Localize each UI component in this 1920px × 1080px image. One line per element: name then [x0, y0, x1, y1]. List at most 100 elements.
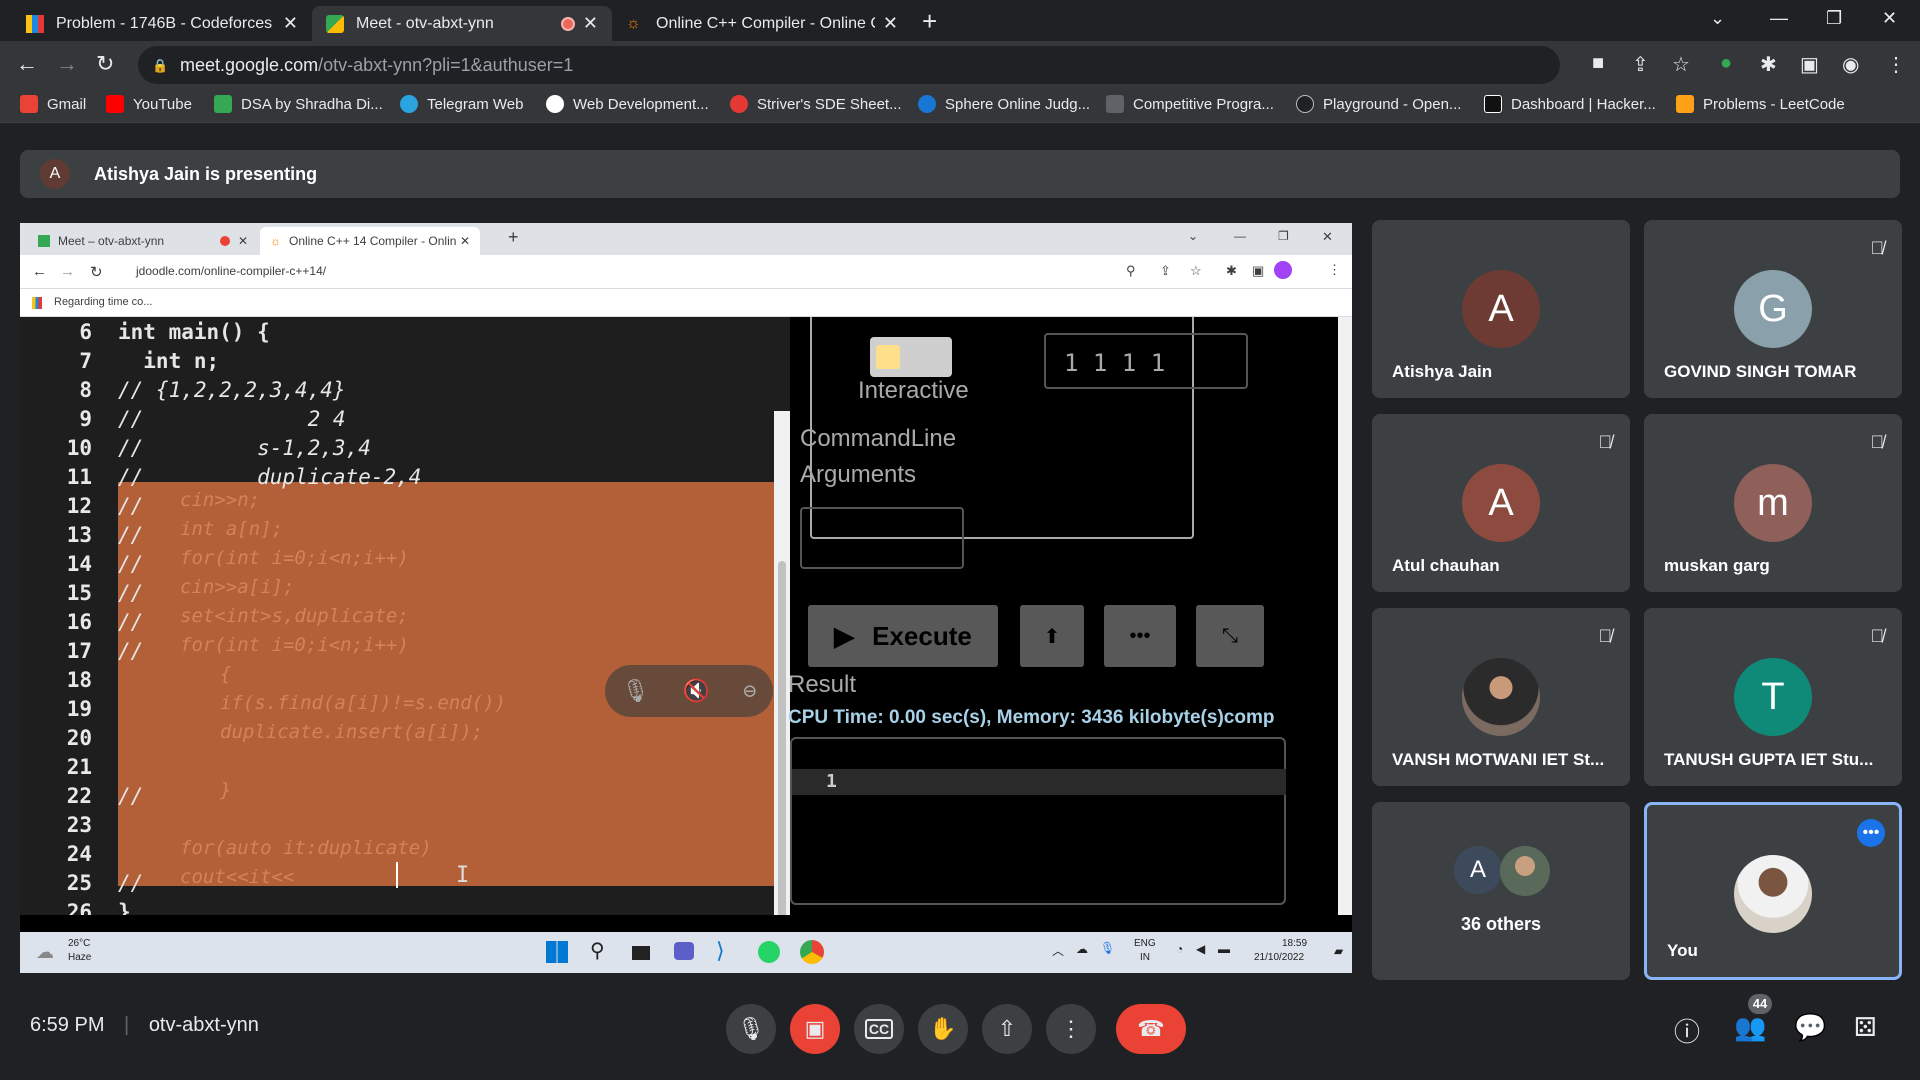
new-tab-button[interactable]: + [922, 6, 937, 37]
close-window-button[interactable]: ✕ [1882, 8, 1897, 29]
onedrive-icon: ☁ [1076, 942, 1088, 956]
bookmark-star-icon[interactable]: ☆ [1672, 52, 1690, 77]
task-view-icon [632, 946, 650, 960]
line-number: 23 [66, 812, 92, 837]
bookmark-youtube[interactable]: YouTube [106, 95, 192, 113]
meet-area: A Atishya Jain is presenting Meet – otv-… [0, 124, 1920, 1080]
code-line: 10 // s-1,2,3,4 [20, 433, 790, 462]
menu-icon[interactable]: ⋮ [1886, 52, 1906, 77]
people-icon[interactable]: 👥 [1734, 1012, 1766, 1043]
shared-url: jdoodle.com/online-compiler-c++14/ [136, 264, 327, 278]
participant-tile[interactable]: 🎙̸ A Atul chauhan [1372, 414, 1630, 592]
tab-compiler[interactable]: ☼ Online C++ Compiler - Online C ✕ [612, 6, 912, 41]
participant-tile[interactable]: 🎙̸ G GOVIND SINGH TOMAR [1644, 220, 1902, 398]
close-icon[interactable]: ✕ [883, 13, 898, 34]
code-line: 12 // [20, 491, 790, 520]
star-icon: ☆ [1190, 263, 1202, 278]
captions-button[interactable]: CC [854, 1004, 904, 1054]
bookmark-striver[interactable]: Striver's SDE Sheet... [730, 95, 902, 113]
webdev-icon [546, 95, 564, 113]
present-button[interactable]: ⇧ [982, 1004, 1032, 1054]
cc-icon [1106, 95, 1124, 113]
address-bar[interactable]: 🔒 meet.google.com/otv-abxt-ynn?pli=1&aut… [138, 46, 1560, 84]
more-options-icon[interactable]: ••• [1857, 819, 1885, 847]
extension-green-icon[interactable]: ● [1720, 52, 1732, 75]
recording-icon [219, 236, 230, 246]
self-tile[interactable]: ••• You [1644, 802, 1902, 980]
avatar: G [1734, 270, 1812, 348]
reload-icon[interactable]: ↻ [96, 51, 114, 77]
participant-name: Atul chauhan [1392, 556, 1500, 575]
participant-name: VANSH MOTWANI IET St... [1392, 750, 1605, 769]
profile-avatar[interactable]: ◉ [1842, 52, 1859, 77]
bookmark-label: Gmail [47, 95, 87, 113]
line-text: // [118, 522, 144, 547]
tuf-icon [730, 95, 748, 113]
code-line: 22 // [20, 781, 790, 810]
lock-icon: 🔒 [152, 58, 169, 73]
minimize-button[interactable]: — [1770, 8, 1788, 29]
close-icon: ✕ [237, 234, 248, 248]
hacker-icon [1484, 95, 1502, 113]
maximize-button[interactable]: ❐ [1826, 8, 1842, 29]
tab-codeforces[interactable]: Problem - 1746B - Codeforces ✕ [12, 6, 312, 41]
mic-off-icon: 🎙̸ [1598, 626, 1613, 646]
more-button[interactable]: ⋮ [1046, 1004, 1096, 1054]
share-icon[interactable]: ⇪ [1632, 52, 1649, 77]
collapse-button: ⤡ [1196, 605, 1264, 667]
camera-button[interactable]: ▣ [790, 1004, 840, 1054]
line-text: // 2 4 [118, 406, 346, 431]
bookmark-playground[interactable]: Playground - Open... [1296, 95, 1461, 113]
participant-tile[interactable]: 🎙̸ m muskan garg [1644, 414, 1902, 592]
mic-button[interactable]: 🎙 [726, 1004, 776, 1054]
bookmark-dsa[interactable]: DSA by Shradha Di... [214, 95, 383, 113]
info-icon[interactable]: ⓘ [1674, 1012, 1700, 1049]
close-icon[interactable]: ✕ [283, 13, 298, 34]
line-text: // duplicate-2,4 [118, 464, 422, 489]
participant-tile[interactable]: 🎙̸ T TANUSH GUPTA IET Stu... [1644, 608, 1902, 786]
close-icon[interactable]: ✕ [583, 13, 598, 34]
bookmark-telegram[interactable]: Telegram Web [400, 95, 523, 113]
bookmark-webdev[interactable]: Web Development... [546, 95, 709, 113]
bookmark-label: Regarding time co... [54, 296, 153, 308]
avatar-photo [1500, 846, 1550, 896]
code-line: 25 // [20, 868, 790, 897]
bookmark-gmail[interactable]: Gmail [20, 95, 86, 113]
mic-off-icon: 🎙̸ [1870, 626, 1885, 646]
tab-title: Problem - 1746B - Codeforces [56, 14, 273, 32]
end-call-button[interactable]: ☎ [1116, 1004, 1186, 1054]
tab-title: Online C++ 14 Compiler - Onlin [289, 234, 457, 248]
line-number: 20 [66, 725, 92, 750]
ibeam-cursor-icon: I [456, 863, 470, 888]
tab-search-icon[interactable]: ⌄ [1710, 8, 1725, 29]
others-tile[interactable]: A 36 others [1372, 802, 1630, 980]
bookmark-leetcode[interactable]: Problems - LeetCode [1676, 95, 1845, 113]
code-line: 24 [20, 839, 790, 868]
bookmark-cp[interactable]: Competitive Progra... [1106, 95, 1274, 113]
camera-icon[interactable]: ■ [1592, 52, 1604, 75]
activities-icon[interactable]: ⚄ [1854, 1012, 1877, 1043]
participant-name: GOVIND SINGH TOMAR [1664, 362, 1857, 381]
chat-icon[interactable]: 💬 [1794, 1012, 1826, 1043]
forward-icon[interactable]: → [56, 51, 78, 77]
tray-chevron-icon: ︿ [1052, 944, 1065, 958]
editor-scroll-thumb [778, 561, 786, 915]
raise-hand-button[interactable]: ✋ [918, 1004, 968, 1054]
bookmark-label: Competitive Progra... [1133, 95, 1274, 113]
participant-tile[interactable]: 🎙̸ VANSH MOTWANI IET St... [1372, 608, 1630, 786]
extensions-icon[interactable]: ✱ [1760, 52, 1777, 77]
tab-meet[interactable]: Meet - otv-abxt-ynn ✕ [312, 6, 612, 41]
battery-icon: ▬ [1218, 942, 1230, 956]
region: IN [1140, 952, 1150, 963]
back-icon[interactable]: ← [16, 51, 38, 77]
upload-button: ⬆ [1020, 605, 1084, 667]
side-panel-icon[interactable]: ▣ [1800, 52, 1819, 77]
participant-tile[interactable]: A Atishya Jain [1372, 220, 1630, 398]
bookmark-spoj[interactable]: Sphere Online Judg... [918, 95, 1090, 113]
line-number: 25 [66, 870, 92, 895]
line-text: // [118, 638, 144, 663]
minimize-icon: — [1234, 229, 1246, 243]
presenter-avatar: A [40, 159, 70, 189]
bookmark-hacker[interactable]: Dashboard | Hacker... [1484, 95, 1656, 113]
presenter-controls: 🎙 🔇 ⊖ [605, 665, 773, 717]
